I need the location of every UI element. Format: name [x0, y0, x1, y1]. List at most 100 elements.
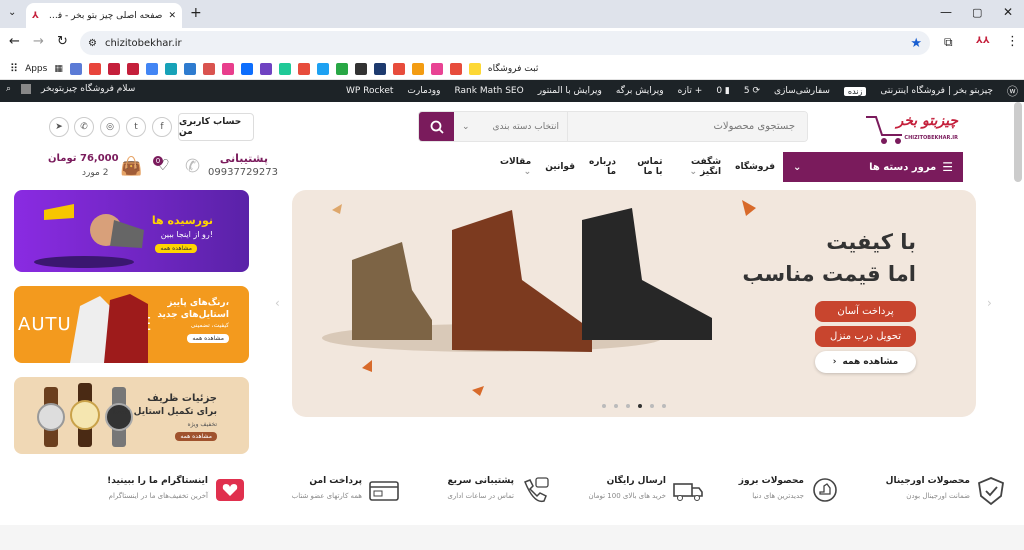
feature-sub: ضمانت اورجینال بودن [906, 492, 970, 500]
gmail-icon[interactable] [88, 62, 101, 75]
bookmark-grid-icon[interactable]: ▦ [54, 64, 63, 74]
updates-icon[interactable]: ⟳ 5 [744, 86, 760, 96]
admin-wp-rocket[interactable]: WP Rocket [346, 86, 393, 96]
bookmark-icon[interactable] [240, 62, 253, 75]
bookmark-icon[interactable] [221, 62, 234, 75]
site-info-icon[interactable]: ⚙ [88, 38, 97, 49]
nav-link-articles[interactable]: مقالات ⌄ [500, 157, 531, 177]
slider-dot[interactable] [662, 404, 666, 408]
profile-icon[interactable]: ⅄⅄ [976, 36, 990, 46]
bookmark-icon[interactable] [430, 62, 443, 75]
category-menu-button[interactable]: ☰ مرور دسته ها ⌄ [783, 152, 963, 182]
admin-rank-math[interactable]: Rank Math SEO [454, 86, 523, 96]
search-icon [430, 120, 444, 134]
admin-search-icon[interactable]: ⌕ [6, 84, 11, 94]
browser-tab[interactable]: ✕ صفحه اصلی چیز بتو بخر - فروشگاه ⅄ [26, 3, 182, 28]
bookmark-icon[interactable] [297, 62, 310, 75]
comments-icon[interactable]: ▮ 0 [716, 86, 730, 96]
back-icon[interactable]: ← [9, 34, 20, 49]
bookmark-store[interactable]: ثبت فروشگاه [488, 64, 539, 74]
feature-new-products: محصولات بروز جدیدترین های دنیا [710, 476, 840, 514]
tab-list-chevron-icon[interactable]: ⌄ [8, 7, 16, 18]
banner-3-cta[interactable]: مشاهده همه [175, 432, 217, 441]
admin-new[interactable]: + تازه [678, 86, 703, 96]
address-bar[interactable]: ⚙ chizitobekhar.ir ★ [80, 31, 930, 55]
bookmark-star-icon[interactable]: ★ [910, 36, 922, 51]
bookmark-apps[interactable]: Apps [25, 64, 47, 74]
banner-1-title: نورسیده ها [151, 214, 213, 227]
bookmark-icon[interactable] [354, 62, 367, 75]
banner-autumn[interactable]: AUTU LE رنگ‌های پاییز، استایل‌های جدید ک… [14, 286, 249, 363]
admin-avatar[interactable] [21, 84, 32, 94]
bookmark-icon[interactable] [335, 62, 348, 75]
page-scrollbar[interactable] [1014, 102, 1022, 182]
nav-link-shop[interactable]: فروشگاه [735, 162, 775, 172]
bookmark-icon[interactable] [164, 62, 177, 75]
menu-icon[interactable]: ⋮ [1006, 34, 1019, 49]
slider-dot[interactable] [650, 404, 654, 408]
new-tab-icon[interactable]: + [190, 5, 202, 21]
banner-watches[interactable]: جزئیات ظریف برای تکمیل استایل شما تخفیف … [14, 377, 249, 454]
slider-cta-button[interactable]: مشاهده همه ‹ [815, 351, 916, 373]
whatsapp-icon[interactable]: ✆ [74, 117, 94, 137]
banner-1-cta[interactable]: مشاهده همه [155, 244, 197, 253]
category-select[interactable]: انتخاب دسته بندی ⌄ [454, 112, 568, 141]
admin-elementor[interactable]: ویرایش با المنتور [538, 86, 602, 96]
slider-next-arrow-icon[interactable]: › [987, 296, 992, 310]
close-window-icon[interactable]: ✕ [1003, 5, 1013, 19]
bookmark-icon[interactable] [69, 62, 82, 75]
instagram-icon[interactable]: ◎ [100, 117, 120, 137]
slider-dot[interactable] [626, 404, 630, 408]
extensions-icon[interactable]: ⧉ [944, 35, 953, 50]
admin-site-name[interactable]: چیزبتو بخر | فروشگاه اینترنتی [880, 86, 993, 96]
wordpress-icon[interactable]: ⓦ [1007, 83, 1018, 99]
feature-title: محصولات اورجینال [885, 476, 970, 486]
forward-icon[interactable]: → [33, 34, 44, 49]
slider-dot[interactable] [602, 404, 606, 408]
feature-instagram[interactable]: اینستاگرام ما را ببینید! آخرین تخفیف‌های … [100, 476, 246, 514]
bookmark-icon[interactable] [316, 62, 329, 75]
cart-area[interactable]: 76,000 تومان 2 مورد 👜 ♡ 0 [48, 152, 178, 182]
apps-grid-icon[interactable]: ⠿ [10, 62, 18, 75]
search-button[interactable] [419, 112, 454, 141]
twitter-icon[interactable]: t [126, 117, 146, 137]
bookmark-icon[interactable] [259, 62, 272, 75]
facebook-icon[interactable]: f [152, 117, 172, 137]
banner-2-cta[interactable]: مشاهده همه [187, 334, 229, 343]
maximize-icon[interactable]: ▢ [972, 6, 982, 19]
admin-customize[interactable]: سفارشی‌سازی [774, 86, 830, 96]
slider-dot[interactable] [614, 404, 618, 408]
nav-link-contact[interactable]: تماس با ما [630, 157, 662, 177]
category-menu-label: مرور دسته ها [869, 161, 937, 173]
admin-wordmart[interactable]: وودمارت [407, 86, 440, 96]
bookmark-icon[interactable] [126, 62, 139, 75]
bookmark-icon[interactable] [468, 62, 481, 75]
hero-slider[interactable]: با کیفیت اما قیمت مناسب پرداخت آسان تحوی… [292, 190, 976, 417]
banner-new-arrivals[interactable]: نورسیده ها رو از اینجا ببین! مشاهده همه [14, 190, 249, 272]
support-contact[interactable]: پشتیبانی 09937729273 ✆ [185, 152, 295, 182]
account-button[interactable]: حساب کاربری من [178, 113, 254, 141]
slider-dot-active[interactable] [638, 404, 642, 408]
nav-link-about[interactable]: درباره ما [589, 157, 616, 177]
search-icon[interactable] [449, 62, 462, 75]
bookmark-icon[interactable] [411, 62, 424, 75]
bookmark-icon[interactable] [183, 62, 196, 75]
bookmark-icon[interactable] [278, 62, 291, 75]
search-input[interactable]: جستجوی محصولات [568, 112, 807, 141]
nav-link-amazing[interactable]: شگفت انگیز ⌄ [676, 157, 721, 177]
nav-link-rules[interactable]: قوانین [545, 162, 575, 172]
bookmark-icon[interactable] [107, 62, 120, 75]
bookmark-icon[interactable] [392, 62, 405, 75]
site-logo[interactable]: چیزبتو بخر CHIZITOBEKHAR.IR [862, 107, 962, 147]
bookmark-icon[interactable] [373, 62, 386, 75]
bookmark-icon[interactable] [202, 62, 215, 75]
slider-headline-2: اما قیمت مناسب [742, 262, 916, 286]
google-icon[interactable] [145, 62, 158, 75]
admin-greeting[interactable]: سلام فروشگاه چیزبتوبخر [41, 84, 135, 94]
minimize-icon[interactable]: — [940, 5, 952, 19]
telegram-icon[interactable]: ➤ [49, 117, 69, 137]
reload-icon[interactable]: ↻ [57, 34, 68, 49]
admin-edit-page[interactable]: ویرایش برگه [616, 86, 664, 96]
close-tab-icon[interactable]: ✕ [168, 11, 176, 21]
slider-prev-arrow-icon[interactable]: ‹ [275, 296, 280, 310]
